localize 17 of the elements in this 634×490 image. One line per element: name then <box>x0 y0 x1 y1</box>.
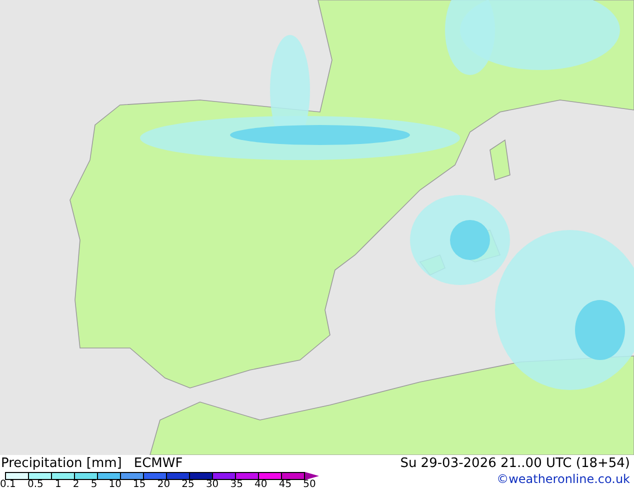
scale-label: 5 <box>90 480 98 490</box>
scale-label: 50 <box>303 480 316 490</box>
scale-label: 15 <box>133 480 146 490</box>
scale-label: 40 <box>254 480 268 490</box>
scale-label: 20 <box>157 480 170 490</box>
scale-arrow-icon <box>305 472 319 480</box>
scale-label: 25 <box>182 480 194 490</box>
scale-label: 45 <box>278 480 292 490</box>
valid-time: Su 29-03-2026 21..00 UTC (18+54) <box>400 455 630 472</box>
scale-label: 35 <box>230 480 243 490</box>
scale-label: 0.5 <box>27 480 44 490</box>
legend-title: Precipitation [mm] <box>1 456 122 471</box>
model-name: ECMWF <box>134 456 183 471</box>
scale-label: 10 <box>108 480 122 490</box>
copyright-link[interactable]: ©weatheronline.co.uk <box>496 472 630 486</box>
scale-label: 1 <box>54 480 62 490</box>
scale-label: 0.1 <box>0 480 16 490</box>
